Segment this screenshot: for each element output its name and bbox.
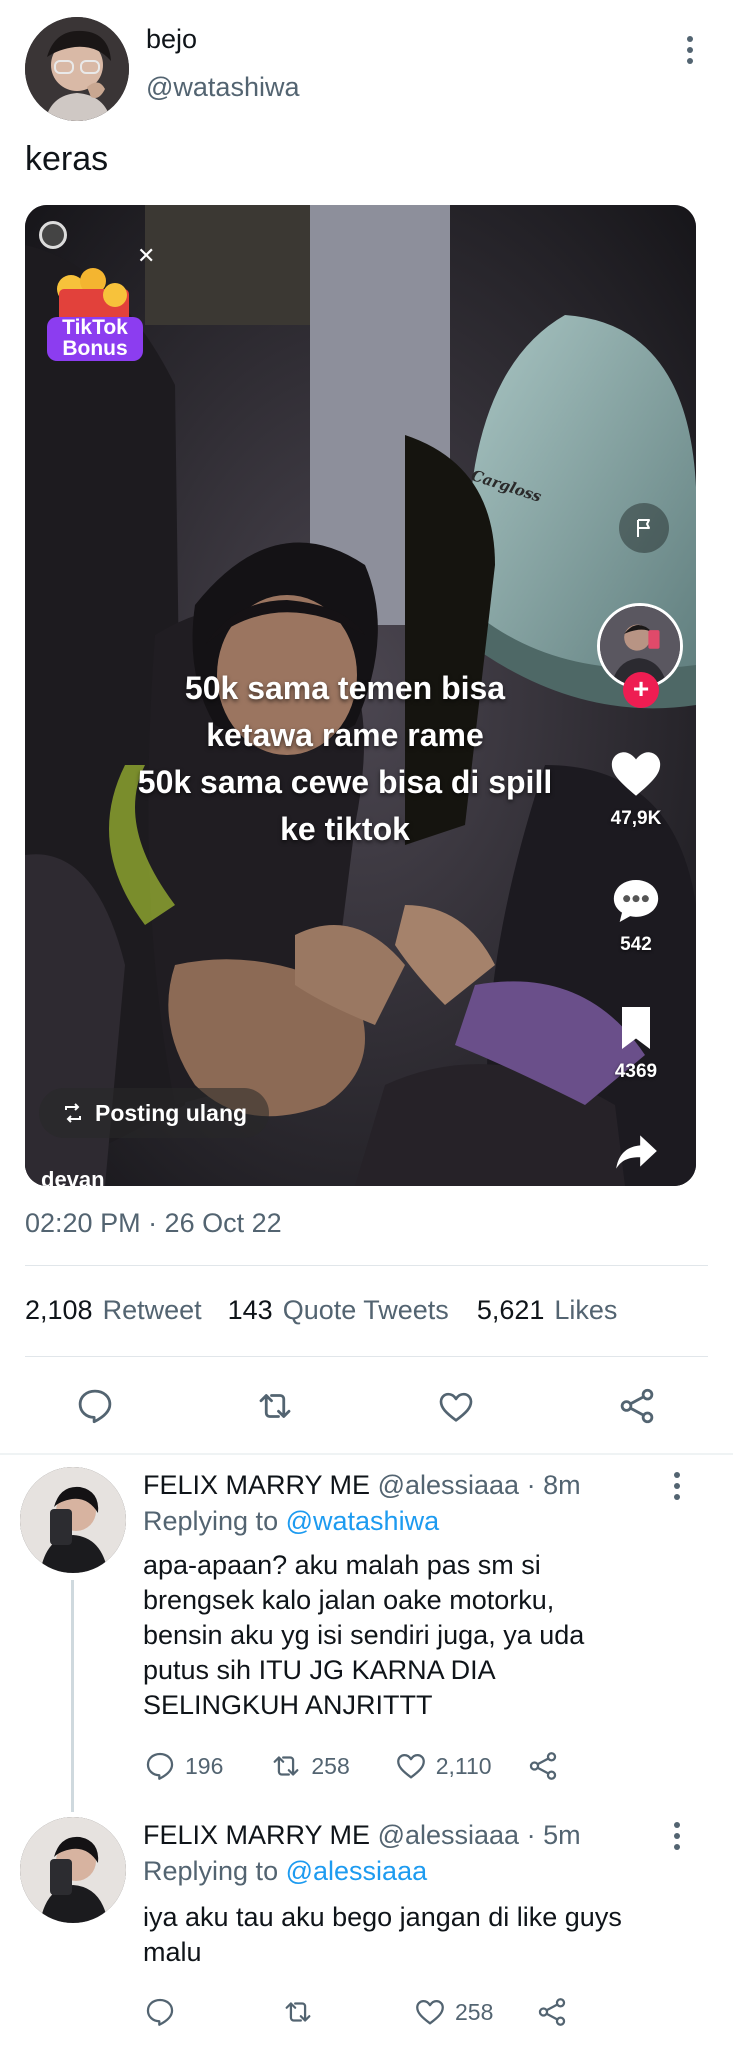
heart-icon xyxy=(416,1999,444,2025)
reply-author-name[interactable]: FELIX MARRY ME xyxy=(143,1470,370,1500)
author-avatar[interactable] xyxy=(25,17,129,121)
comment-bubble-icon xyxy=(613,880,659,922)
likes-label[interactable]: Likes xyxy=(554,1295,617,1326)
retweets-label[interactable]: Retweet xyxy=(103,1295,202,1326)
tweet-media[interactable]: TikTok Bonus ✕ Cargloss + 50k sama temen… xyxy=(25,205,696,1186)
reply-reply-button[interactable]: 196 xyxy=(143,1749,223,1783)
reply-author-handle[interactable]: @alessiaaa xyxy=(378,1820,520,1850)
reply-actions: 258 xyxy=(143,1995,569,2029)
like-icon[interactable] xyxy=(435,1387,477,1427)
reply-avatar[interactable] xyxy=(20,1467,126,1573)
reply-text-line: malu xyxy=(143,1937,202,1967)
tiktok-comments-count: 542 xyxy=(620,934,652,955)
quotes-count[interactable]: 143 xyxy=(228,1295,273,1326)
tiktok-comment-action[interactable]: 542 xyxy=(586,873,686,956)
reply-icon[interactable] xyxy=(74,1385,116,1427)
quotes-label[interactable]: Quote Tweets xyxy=(283,1295,449,1326)
reply-replies-count: 196 xyxy=(185,1752,224,1779)
reply-icon xyxy=(146,1998,174,2026)
tweet-stats: 2,108 Retweet 143 Quote Tweets 5,621 Lik… xyxy=(25,1295,617,1326)
replying-handle-link[interactable]: @watashiwa xyxy=(286,1506,439,1536)
reply-text-line: apa-apaan? aku malah pas sm si xyxy=(143,1550,541,1580)
replying-label: Replying to xyxy=(143,1856,279,1886)
reply-share-button[interactable] xyxy=(535,1995,569,2029)
reply-likes-count: 2,110 xyxy=(435,1752,492,1779)
tiktok-likes-count: 47,9K xyxy=(610,808,662,829)
replying-to: Replying to @alessiaaa xyxy=(143,1856,427,1887)
section-separator xyxy=(0,1453,733,1455)
replying-to: Replying to @watashiwa xyxy=(143,1506,439,1537)
reply-like-button[interactable]: 258 xyxy=(413,1995,493,2029)
replying-handle-link[interactable]: @alessiaaa xyxy=(286,1856,428,1886)
video-username-partial: devan xyxy=(41,1167,105,1186)
heart-icon xyxy=(611,752,661,796)
caption-line: 50k sama temen bisa xyxy=(184,670,506,706)
retweet-icon xyxy=(285,2002,311,2022)
camera-lens-icon xyxy=(39,221,67,249)
reply-text: apa-apaan? aku malah pas sm si brengsek … xyxy=(143,1548,584,1723)
reply-avatar[interactable] xyxy=(20,1817,126,1923)
divider xyxy=(25,1265,708,1266)
reply-likes-count: 258 xyxy=(455,1998,494,2025)
reply-time[interactable]: · 8m xyxy=(527,1470,581,1500)
share-arrow-icon xyxy=(616,1135,657,1169)
reply-more-icon[interactable] xyxy=(665,1466,689,1506)
reply-more-icon[interactable] xyxy=(665,1816,689,1856)
caption-line: ketawa rame rame xyxy=(206,717,484,753)
tiktok-bookmarks-count: 4369 xyxy=(614,1061,658,1082)
repost-pill[interactable]: Posting ulang xyxy=(39,1088,270,1138)
share-icon[interactable] xyxy=(616,1385,658,1427)
tiktok-like-action[interactable]: 47,9K xyxy=(586,745,686,830)
reply-actions: 196 258 2,110 xyxy=(143,1749,560,1783)
reply-text-line: putus sih ITU JG KARNA DIA xyxy=(143,1655,496,1685)
replying-label: Replying to xyxy=(143,1506,279,1536)
reply-text-line: brengsek kalo jalan oake motorku, xyxy=(143,1585,555,1615)
follow-plus-icon[interactable]: + xyxy=(623,672,659,708)
reply-time[interactable]: · 5m xyxy=(527,1820,581,1850)
tweet-timestamp: 02:20 PM · 26 Oct 22 xyxy=(25,1208,282,1238)
repost-label: Posting ulang xyxy=(95,1099,248,1126)
tiktok-bonus-badge[interactable]: TikTok Bonus xyxy=(37,255,147,365)
reply-like-button[interactable]: 2,110 xyxy=(394,1749,492,1783)
more-options-icon[interactable] xyxy=(678,30,702,70)
heart-icon xyxy=(396,1753,425,1779)
reply-retweet-button[interactable] xyxy=(281,1995,315,2029)
reply-text-line: iya aku tau aku bego jangan di like guys xyxy=(143,1902,622,1932)
reply-header: FELIX MARRY ME @alessiaaa · 5m xyxy=(143,1820,581,1851)
reply-author-name[interactable]: FELIX MARRY ME xyxy=(143,1820,370,1850)
caption-line: 50k sama cewe bisa di spill xyxy=(137,764,553,800)
bonus-subtitle: Bonus xyxy=(62,337,128,360)
video-caption: 50k sama temen bisa ketawa rame rame 50k… xyxy=(115,665,575,853)
reply-header: FELIX MARRY ME @alessiaaa · 8m xyxy=(143,1470,581,1501)
tweet-text: keras xyxy=(25,140,109,178)
reply-text-line: SELINGKUH ANJRITTT xyxy=(143,1690,433,1720)
share-icon xyxy=(529,1752,556,1780)
reply-share-button[interactable] xyxy=(526,1749,560,1783)
thread-line xyxy=(71,1580,74,1812)
bonus-title: TikTok xyxy=(62,316,128,339)
tiktok-share-action[interactable] xyxy=(586,1127,686,1182)
author-name[interactable]: bejo xyxy=(146,24,197,55)
share-icon xyxy=(539,1998,566,2026)
bookmark-icon xyxy=(622,1007,650,1049)
report-flag-icon[interactable] xyxy=(619,503,669,553)
reply-retweet-button[interactable]: 258 xyxy=(269,1749,350,1783)
author-handle[interactable]: @watashiwa xyxy=(146,72,299,103)
repost-icon xyxy=(65,1103,81,1123)
retweets-count[interactable]: 2,108 xyxy=(25,1295,93,1326)
likes-count[interactable]: 5,621 xyxy=(477,1295,545,1326)
retweet-icon[interactable] xyxy=(253,1385,297,1427)
reply-text-line: bensin aku yg isi sendiri juga, ya uda xyxy=(143,1620,585,1650)
reply-author-handle[interactable]: @alessiaaa xyxy=(378,1470,520,1500)
bonus-close-icon[interactable]: ✕ xyxy=(137,243,155,269)
tiktok-bookmark-action[interactable]: 4369 xyxy=(586,1000,686,1083)
divider xyxy=(25,1356,708,1357)
reply-text: iya aku tau aku bego jangan di like guys… xyxy=(143,1900,622,1970)
retweet-icon xyxy=(273,1756,299,1776)
reply-reply-button[interactable] xyxy=(143,1995,177,2029)
reply-icon xyxy=(146,1752,174,1780)
caption-line: ke tiktok xyxy=(280,811,410,847)
reply-retweets-count: 258 xyxy=(311,1752,350,1779)
